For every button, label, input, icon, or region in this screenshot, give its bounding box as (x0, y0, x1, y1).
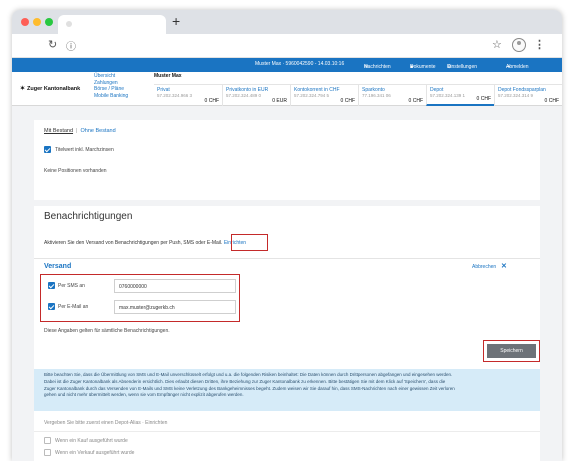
bank-logo[interactable]: ✶ Zuger Kantonalbank (20, 85, 80, 92)
sms-number-field[interactable]: 0760000000 (114, 279, 236, 293)
divider (34, 258, 540, 259)
reload-icon[interactable]: ↻ (48, 38, 57, 51)
rule-buy-checkbox[interactable] (44, 437, 51, 444)
cancel-link[interactable]: Abbrechen (472, 264, 496, 270)
minimize-window-icon[interactable] (33, 18, 41, 26)
account-balance: 0 CHF (340, 98, 355, 104)
info-line: Zuger Kantonalbank durch das Versenden v… (44, 385, 455, 391)
positions-panel: Mit Bestand | Ohne Bestand Titelwert inkl.… (34, 120, 540, 200)
empty-positions-text: Keine Positionen vorhanden (44, 168, 107, 174)
new-tab-plus-icon[interactable]: + (172, 13, 180, 29)
email-checkbox[interactable] (48, 303, 55, 310)
accrued-interest-checkbox[interactable] (44, 146, 51, 153)
account-balance: 0 CHF (476, 96, 491, 102)
link-mobile[interactable]: Mobile Banking (94, 93, 152, 100)
settings-note: Diese Angaben gelten für sämtliche Benac… (44, 328, 170, 334)
rule-sell-checkbox[interactable] (44, 449, 51, 456)
account-columns: Privat 57.202.324.966 3 0 CHF Privatkont… (154, 84, 562, 106)
browser-toolbar: ↻ ⓘ ☆ ⋮ (12, 34, 562, 58)
browser-tab[interactable] (58, 15, 166, 34)
sms-label: Per SMS an (58, 283, 85, 289)
section-title: Versand (44, 263, 72, 270)
menu-icon[interactable]: ⋮ (534, 38, 545, 51)
quick-links: Übersicht Zahlungen Börse / Pläne Mobile… (94, 73, 152, 99)
link-overview[interactable]: Übersicht (94, 73, 152, 80)
rule-sell-label: Wenn ein Verkauf ausgeführt wurde (55, 450, 135, 456)
account-col-privat[interactable]: Privat 57.202.324.966 3 0 CHF (154, 85, 222, 106)
star-icon[interactable]: ☆ (492, 38, 502, 51)
accrued-interest-label: Titelwert inkl. Marchzinsen (55, 147, 114, 153)
account-header: ✶ Zuger Kantonalbank Übersicht Zahlungen … (12, 72, 562, 106)
profile-icon[interactable] (512, 38, 526, 52)
logo-icon: ✶ (20, 86, 26, 92)
save-button[interactable]: Speichern (487, 344, 536, 358)
tab-favicon (66, 21, 72, 27)
info-icon[interactable]: ⓘ (66, 38, 76, 53)
tab-separator: | (76, 128, 78, 134)
info-line: Dabei ist die Zuger Kantonalbank als Abs… (44, 378, 446, 384)
account-owner: Muster Max (154, 73, 182, 79)
notifications-panel: Benachrichtigungen Aktivieren Sie den Ve… (34, 206, 540, 461)
page-title: Benachrichtigungen (44, 211, 133, 222)
notifications-description: Aktivieren Sie den Versand von Benachric… (44, 240, 247, 246)
account-col-eur[interactable]: Privatkonto in EUR 57.202.324.489 0 0 EU… (222, 85, 290, 106)
security-info-box: Bitte beachten Sie, dass die Übermittlun… (34, 369, 540, 411)
positions-tabs: Mit Bestand | Ohne Bestand (44, 128, 116, 134)
info-line: Bitte beachten Sie, dass die Übermittlun… (44, 372, 453, 377)
account-col-depot[interactable]: Depot 57.202.324.139 1 0 CHF (426, 85, 494, 106)
account-balance: 0 CHF (408, 98, 423, 104)
account-balance: 0 CHF (544, 98, 559, 104)
account-balance: 0 CHF (204, 98, 219, 104)
link-stock[interactable]: Börse / Pläne (94, 86, 152, 93)
account-balance: 0 EUR (272, 98, 287, 104)
sms-checkbox[interactable] (48, 282, 55, 289)
tab-without-stock[interactable]: Ohne Bestand (80, 128, 115, 134)
info-line: gehen und nicht mehr übermittelt werden,… (44, 392, 244, 398)
browser-window: + ↻ ⓘ ☆ ⋮ Muster Max · 5960042590 - 14.0… (12, 10, 562, 461)
app-top-bar: Muster Max · 5960042590 - 14.03.10:16 ✉ … (12, 58, 562, 72)
rule-buy-label: Wenn ein Kauf ausgeführt wurde (55, 438, 128, 444)
session-info: Muster Max · 5960042590 - 14.03.10:16 (255, 61, 345, 67)
email-field[interactable]: max.muster@zugerkb.ch (114, 300, 236, 314)
tab-strip: + (12, 10, 562, 34)
account-col-spar[interactable]: Sparkonto 77.196.341 06 0 CHF (358, 85, 426, 106)
close-icon[interactable]: ✕ (501, 262, 507, 270)
divider (34, 431, 540, 432)
account-col-kk[interactable]: Kontokorrent in CHF 57.202.324.794 5 0 C… (290, 85, 358, 106)
highlight-setup (231, 234, 268, 251)
link-payments[interactable]: Zahlungen (94, 80, 152, 87)
email-label: Per E-Mail an (58, 304, 89, 310)
maximize-window-icon[interactable] (45, 18, 53, 26)
alias-hint: Vergeben Sie bitte zuerst einen Depot-Al… (44, 420, 168, 426)
tab-with-stock[interactable]: Mit Bestand (44, 128, 73, 134)
close-window-icon[interactable] (21, 18, 29, 26)
account-col-fonds[interactable]: Depot Fondssparplan 57.202.324.314 9 0 C… (494, 85, 562, 106)
